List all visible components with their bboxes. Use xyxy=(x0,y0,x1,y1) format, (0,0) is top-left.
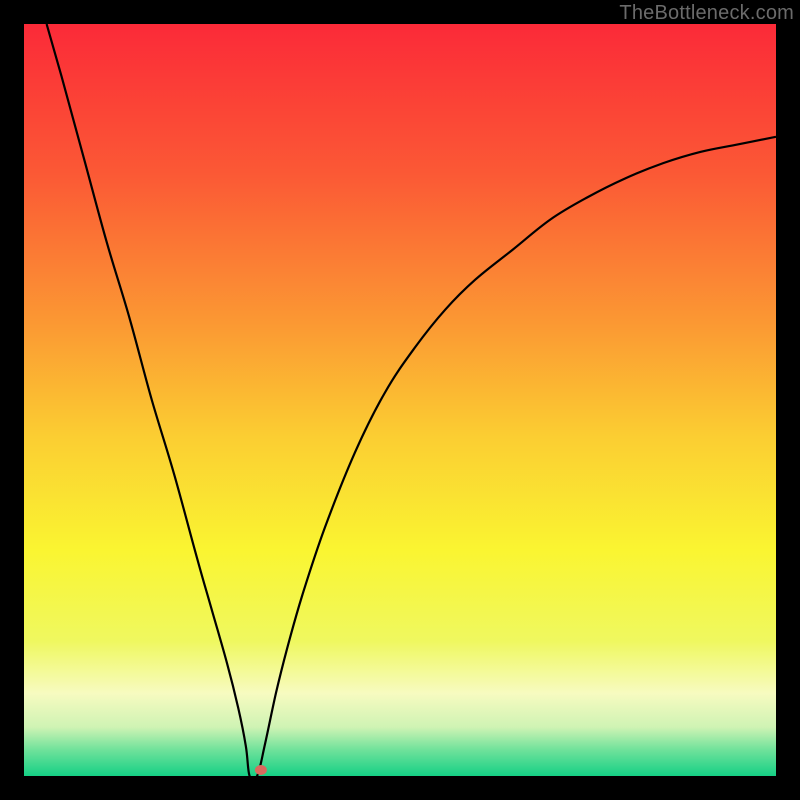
chart-background xyxy=(24,24,776,776)
watermark-text: TheBottleneck.com xyxy=(619,2,794,25)
chart-frame xyxy=(24,24,776,776)
chart-svg xyxy=(24,24,776,776)
chart-marker xyxy=(255,765,267,775)
